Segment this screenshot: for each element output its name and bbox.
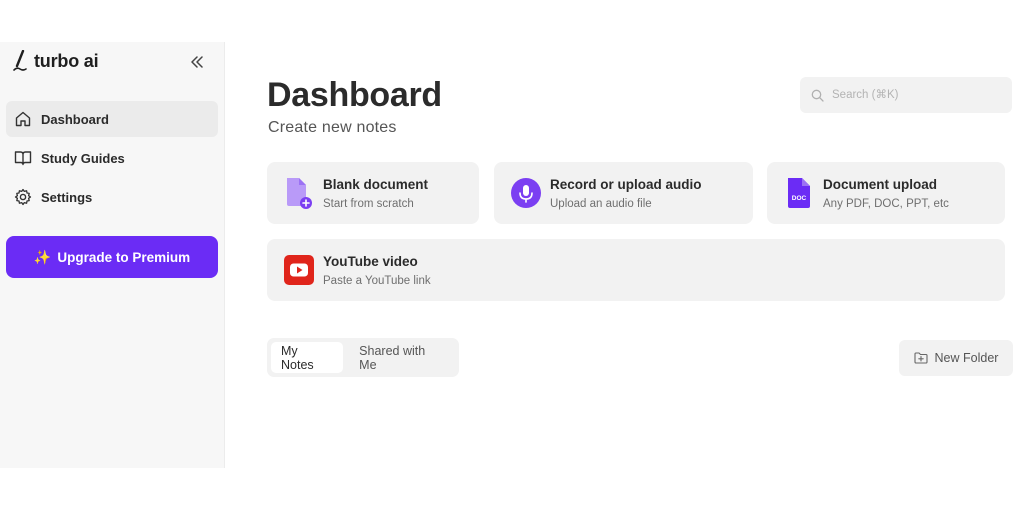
card-text: YouTube video Paste a YouTube link	[323, 254, 431, 287]
sidebar-item-settings[interactable]: Settings	[6, 179, 218, 215]
search-input[interactable]	[832, 89, 1002, 101]
card-text: Document upload Any PDF, DOC, PPT, etc	[823, 177, 949, 210]
card-icon-wrap	[504, 177, 548, 209]
brand-name: turbo ai	[34, 50, 99, 71]
sidebar-item-study-guides[interactable]: Study Guides	[6, 140, 218, 176]
tab-my-notes[interactable]: My Notes	[271, 342, 344, 373]
collapse-sidebar-button[interactable]	[186, 52, 208, 72]
doc-icon-text: DOC	[792, 195, 807, 202]
card-title: YouTube video	[323, 253, 418, 269]
card-title: Record or upload audio	[550, 176, 702, 192]
double-chevron-left-icon	[191, 56, 203, 68]
sidebar: turbo ai Dashboard Study Guides Settings…	[0, 42, 225, 468]
tab-shared-with-me[interactable]: Shared with Me	[349, 342, 455, 373]
notes-tabs: My Notes Shared with Me	[267, 338, 459, 377]
card-text: Blank document Start from scratch	[323, 177, 428, 210]
sidebar-item-label: Dashboard	[41, 111, 109, 127]
home-icon	[15, 111, 31, 127]
page-subtitle: Create new notes	[268, 119, 397, 136]
card-subtitle: Upload an audio file	[550, 197, 652, 210]
youtube-video-card[interactable]: YouTube video Paste a YouTube link	[267, 239, 1005, 301]
blank-document-card[interactable]: Blank document Start from scratch	[267, 162, 479, 224]
sidebar-nav: Dashboard Study Guides Settings	[6, 101, 218, 218]
card-subtitle: Start from scratch	[323, 197, 414, 210]
sidebar-item-dashboard[interactable]: Dashboard	[6, 101, 218, 137]
card-icon-wrap: DOC	[777, 176, 821, 210]
folder-plus-icon	[913, 352, 928, 364]
sparkles-icon: ✨	[33, 248, 52, 265]
gear-icon	[14, 188, 32, 206]
search-box[interactable]	[800, 77, 1012, 113]
record-audio-card[interactable]: Record or upload audio Upload an audio f…	[494, 162, 753, 224]
book-icon	[14, 151, 32, 166]
card-title: Document upload	[823, 176, 937, 192]
microphone-icon	[511, 178, 541, 208]
card-subtitle: Any PDF, DOC, PPT, etc	[823, 197, 949, 210]
youtube-icon	[284, 255, 314, 285]
card-subtitle: Paste a YouTube link	[323, 274, 431, 287]
doc-file-icon: DOC	[788, 178, 810, 208]
upgrade-to-premium-button[interactable]: ✨ Upgrade to Premium	[6, 236, 218, 278]
search-icon	[811, 89, 824, 102]
card-icon-wrap	[277, 254, 321, 286]
main-content: Dashboard Create new notes Blank documen…	[225, 42, 1024, 468]
new-folder-label: New Folder	[934, 351, 999, 365]
card-title: Blank document	[323, 176, 429, 192]
sidebar-item-label: Study Guides	[41, 150, 125, 166]
sidebar-item-label: Settings	[41, 189, 93, 205]
document-upload-card[interactable]: DOC Document upload Any PDF, DOC, PPT, e…	[767, 162, 1005, 224]
upgrade-label: Upgrade to Premium	[57, 249, 191, 265]
brand[interactable]: turbo ai	[12, 50, 99, 72]
page-title: Dashboard	[267, 76, 442, 114]
new-folder-button[interactable]: New Folder	[899, 340, 1013, 376]
card-icon-wrap	[277, 176, 321, 210]
pen-logo-icon	[13, 50, 27, 71]
new-document-icon	[287, 178, 312, 209]
app-window: turbo ai Dashboard Study Guides Settings…	[0, 42, 1024, 468]
card-text: Record or upload audio Upload an audio f…	[550, 177, 702, 210]
